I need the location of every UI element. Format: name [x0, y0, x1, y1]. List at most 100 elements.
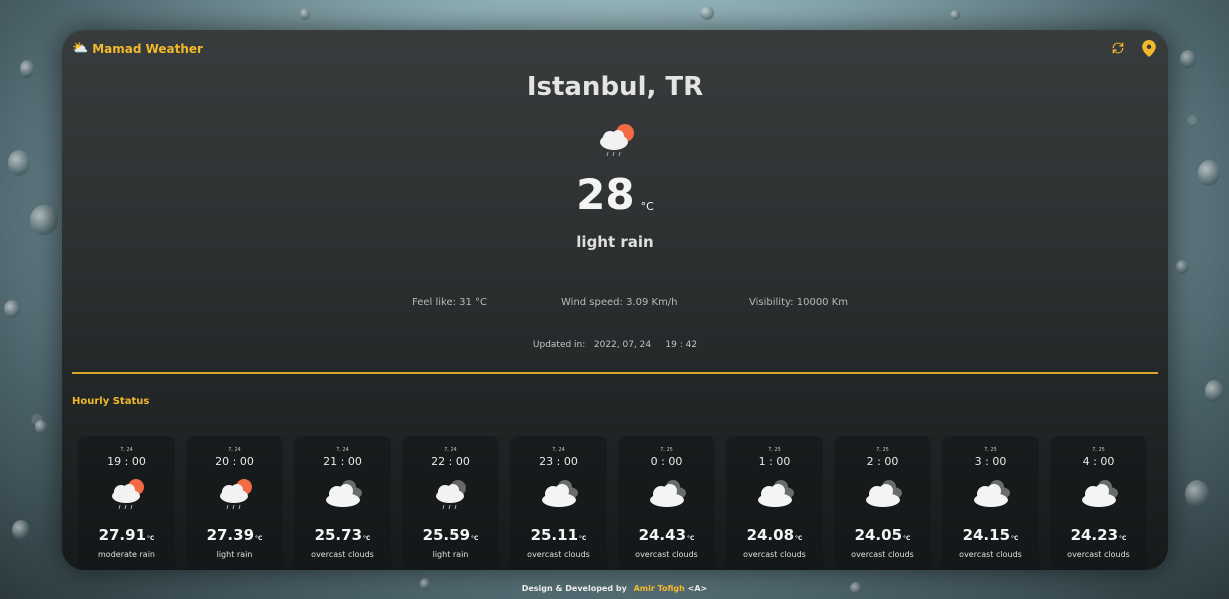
footer: Design & Developed by Amir Tofigh <A>: [0, 584, 1229, 593]
hourly-card: 7, 25 4 : 00 24.23°C overcast clouds: [1050, 436, 1147, 570]
current-temperature: 28 °C: [62, 170, 1168, 219]
hourly-temp: 24.43°C: [618, 526, 715, 544]
hourly-date: 7, 24: [444, 447, 457, 453]
hourly-time: 20 : 00: [215, 455, 254, 468]
hourly-temp-unit: °C: [795, 535, 803, 542]
hourly-description: overcast clouds: [959, 550, 1022, 559]
hourly-temp: 25.73°C: [294, 526, 391, 544]
brand-name: Mamad Weather: [92, 41, 203, 56]
wind-speed: Wind speed: 3.09 Km/h: [561, 297, 678, 308]
clouds-icon: [865, 480, 902, 507]
hourly-description: overcast clouds: [743, 550, 806, 559]
clouds-icon: [973, 480, 1010, 507]
footer-text: Design & Developed by: [521, 584, 627, 593]
hourly-date: 7, 25: [660, 447, 673, 453]
updated-time: Updated in: 2022, 07, 24 19 : 42: [532, 340, 698, 350]
weather-card: ⛅ Mamad Weather Istanbul, TR 28 °C light …: [62, 30, 1168, 570]
hourly-temp-value: 25.73: [314, 526, 363, 544]
rain-sun-icon: [219, 479, 252, 510]
hourly-card: 7, 25 0 : 00 24.43°C overcast clouds: [618, 436, 715, 570]
hourly-temp: 24.15°C: [942, 526, 1039, 544]
clouds-icon: [1081, 480, 1118, 507]
hourly-date: 7, 24: [552, 447, 565, 453]
hourly-description: overcast clouds: [851, 550, 914, 559]
clouds-icon: [757, 480, 794, 507]
hourly-card: 7, 24 23 : 00 25.11°C overcast clouds: [510, 436, 607, 570]
hourly-description: overcast clouds: [1067, 550, 1130, 559]
hourly-time: 23 : 00: [539, 455, 578, 468]
hourly-card: 7, 24 22 : 00 25.59°C light rain: [402, 436, 499, 570]
hourly-temp-value: 24.43: [638, 526, 687, 544]
hourly-temp-unit: °C: [1011, 535, 1019, 542]
hourly-date: 7, 24: [336, 447, 349, 453]
hourly-card: 7, 24 20 : 00 27.39°C light rain: [186, 436, 283, 570]
hourly-temp-unit: °C: [471, 535, 479, 542]
hourly-time: 2 : 00: [866, 455, 899, 468]
hourly-temp: 25.59°C: [402, 526, 499, 544]
hourly-time: 21 : 00: [323, 455, 362, 468]
hourly-card: 7, 25 2 : 00 24.05°C overcast clouds: [834, 436, 931, 570]
hourly-date: 7, 25: [768, 447, 781, 453]
hourly-temp-unit: °C: [1119, 535, 1127, 542]
hourly-status-title: Hourly Status: [72, 396, 150, 407]
weather-description: light rain: [576, 233, 654, 251]
temp-value: 28: [576, 170, 635, 219]
hourly-temp-value: 24.15: [962, 526, 1011, 544]
hourly-description: moderate rain: [98, 550, 155, 559]
hourly-date: 7, 25: [984, 447, 997, 453]
top-actions: [1110, 40, 1156, 61]
hourly-time: 22 : 00: [431, 455, 470, 468]
clouds-icon: [325, 480, 362, 507]
hourly-card: 7, 24 19 : 00 27.91°C moderate rain: [78, 436, 175, 570]
hourly-temp-unit: °C: [687, 535, 695, 542]
hourly-temp-unit: °C: [147, 535, 155, 542]
hourly-temp-unit: °C: [579, 535, 587, 542]
location-pin-icon: [1142, 40, 1156, 57]
refresh-button[interactable]: [1110, 40, 1126, 61]
location-button[interactable]: [1142, 40, 1156, 61]
hourly-time: 19 : 00: [107, 455, 146, 468]
hourly-temp: 24.05°C: [834, 526, 931, 544]
feel-like: Feel like: 31 °C: [412, 297, 488, 308]
city-name: Istanbul, TR: [526, 72, 704, 102]
brand-logo[interactable]: ⛅ Mamad Weather: [72, 41, 203, 56]
author-link[interactable]: Amir Tofigh: [634, 584, 685, 593]
clouds-icon: [649, 480, 686, 507]
hourly-description: overcast clouds: [527, 550, 590, 559]
hourly-time: 1 : 00: [758, 455, 791, 468]
hourly-card: 7, 24 21 : 00 25.73°C overcast clouds: [294, 436, 391, 570]
hourly-temp: 24.08°C: [726, 526, 823, 544]
visibility: Visibility: 10000 Km: [749, 297, 849, 308]
rain-sun-icon: [111, 479, 144, 510]
hourly-date: 7, 25: [876, 447, 889, 453]
hourly-temp-unit: °C: [363, 535, 371, 542]
refresh-icon: [1112, 42, 1124, 54]
hourly-time: 4 : 00: [1082, 455, 1115, 468]
hourly-time: 3 : 00: [974, 455, 1007, 468]
hourly-date: 7, 24: [120, 447, 133, 453]
footer-suffix: <A>: [687, 584, 708, 593]
hourly-card: 7, 25 3 : 00 24.15°C overcast clouds: [942, 436, 1039, 570]
hourly-temp-unit: °C: [255, 535, 263, 542]
clouds-icon: [541, 480, 578, 507]
hourly-temp-value: 27.91: [98, 526, 147, 544]
hourly-temp: 27.91°C: [78, 526, 175, 544]
hourly-time: 0 : 00: [650, 455, 683, 468]
hourly-temp-value: 24.23: [1070, 526, 1119, 544]
temp-unit: °C: [640, 200, 654, 213]
hourly-date: 7, 24: [228, 447, 241, 453]
hourly-temp-value: 24.05: [854, 526, 903, 544]
hourly-temp-unit: °C: [903, 535, 911, 542]
rain-cloud-sun-icon: [600, 124, 634, 157]
hourly-description: light rain: [216, 550, 253, 559]
hourly-date: 7, 25: [1092, 447, 1105, 453]
hourly-temp-value: 24.08: [746, 526, 795, 544]
hourly-temp: 25.11°C: [510, 526, 607, 544]
hourly-temp: 24.23°C: [1050, 526, 1147, 544]
hourly-temp-value: 27.39: [206, 526, 255, 544]
hourly-description: overcast clouds: [311, 550, 374, 559]
divider: [72, 372, 1158, 374]
rain-cloud-icon: [435, 480, 466, 510]
hourly-temp-value: 25.59: [422, 526, 471, 544]
hourly-card: 7, 25 1 : 00 24.08°C overcast clouds: [726, 436, 823, 570]
